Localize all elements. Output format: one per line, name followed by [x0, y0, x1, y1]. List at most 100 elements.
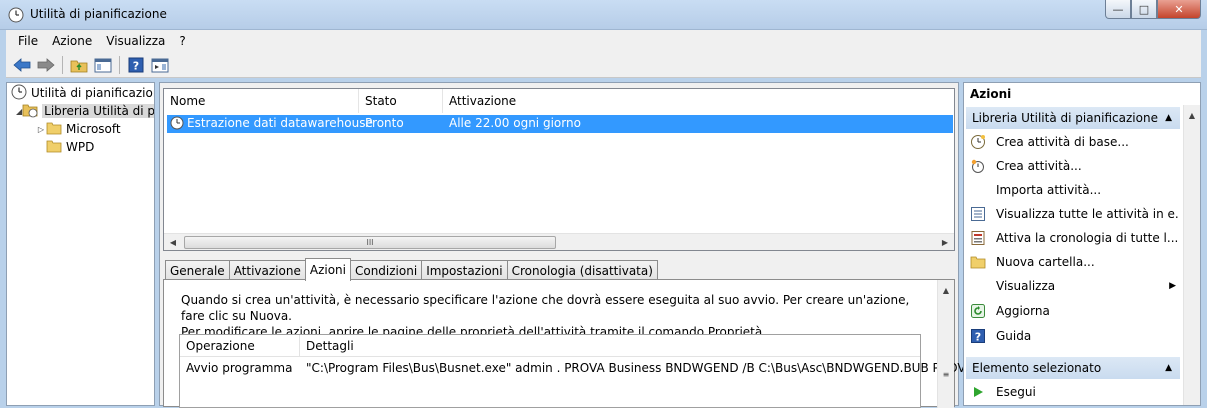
tree-item-wpd[interactable]: WPD — [46, 138, 154, 156]
action-label: Importa attività... — [996, 183, 1102, 197]
action-label: Nuova cartella... — [996, 255, 1095, 269]
scroll-right-icon[interactable]: ▶ — [938, 236, 952, 249]
help-icon: ? — [970, 328, 986, 344]
tree-item-microsoft[interactable]: ▷ Microsoft — [36, 120, 154, 138]
actions-pane-title: Azioni — [970, 87, 1012, 101]
tab-generale[interactable]: Generale — [165, 260, 230, 280]
section-label: Libreria Utilità di pianificazione — [972, 111, 1158, 125]
action-operation[interactable]: Avvio programma — [186, 361, 292, 375]
scroll-thumb[interactable]: III — [184, 236, 556, 249]
detail-tabs: Generale Attivazione Azioni Condizioni I… — [165, 258, 658, 281]
svg-text:?: ? — [975, 331, 981, 344]
section-header-library[interactable]: Libreria Utilità di pianificazione ▲ — [966, 107, 1180, 129]
column-header-operation[interactable]: Operazione — [180, 335, 300, 357]
tree-item-library[interactable]: ◢ Libreria Utilità di pi — [16, 102, 154, 120]
tree-item-root[interactable]: Utilità di pianificazione — [11, 84, 154, 102]
collapse-up-icon[interactable]: ▲ — [1165, 113, 1172, 123]
section-header-selected-item[interactable]: Elemento selezionato ▲ — [966, 357, 1180, 379]
menu-bar: File Azione Visualizza ? — [6, 30, 1201, 52]
toolbar: ? — [6, 52, 1201, 78]
tree-item-label: Utilità di pianificazione — [31, 86, 154, 100]
action-label: Visualizza tutte le attività in e... — [996, 207, 1180, 221]
menu-visualizza[interactable]: Visualizza — [106, 34, 165, 48]
column-header-status[interactable]: Stato — [359, 89, 443, 113]
clock-wand-icon — [970, 134, 986, 150]
column-header-trigger[interactable]: Attivazione — [443, 89, 954, 113]
action-label: Guida — [996, 329, 1032, 343]
action-label: Aggiorna — [996, 304, 1050, 318]
menu-file[interactable]: File — [18, 34, 38, 48]
library-folder-clock-icon — [22, 102, 38, 120]
scroll-up-icon[interactable]: ▲ — [939, 284, 953, 297]
history-icon — [970, 230, 986, 246]
help-icon[interactable]: ? — [126, 55, 146, 75]
action-run[interactable]: Esegui — [970, 381, 1180, 403]
show-hide-console-tree-icon[interactable] — [93, 55, 113, 75]
action-label: Visualizza — [996, 279, 1056, 293]
folder-icon — [970, 254, 986, 270]
tab-condizioni[interactable]: Condizioni — [349, 260, 423, 280]
folder-icon — [46, 139, 62, 156]
close-button[interactable]: ✕ — [1157, 0, 1201, 19]
action-details[interactable]: "C:\Program Files\Bus\Busnet.exe" admin … — [306, 361, 973, 375]
action-label: Crea attività di base... — [996, 135, 1129, 149]
tab-cronologia[interactable]: Cronologia (disattivata) — [506, 260, 658, 280]
task-scheduler-clock-icon — [8, 7, 24, 23]
tree-item-label: Microsoft — [66, 122, 121, 136]
tab-azioni[interactable]: Azioni — [304, 258, 351, 281]
console-tree: Utilità di pianificazione ◢ Libreria Uti… — [6, 82, 155, 406]
up-folder-icon[interactable] — [69, 55, 89, 75]
task-clock-icon — [170, 116, 184, 133]
task-row[interactable]: Estrazione dati datawarehouse Pronto All… — [167, 115, 953, 133]
refresh-icon — [970, 303, 986, 319]
collapse-up-icon[interactable]: ▲ — [1165, 363, 1172, 373]
folder-icon — [46, 121, 62, 138]
action-refresh[interactable]: Aggiorna — [970, 300, 1180, 322]
menu-azione[interactable]: Azione — [52, 34, 92, 48]
action-label: Crea attività... — [996, 159, 1082, 173]
vertical-scrollbar[interactable]: ▲ ≡ — [937, 280, 954, 408]
action-view-running-tasks[interactable]: Visualizza tutte le attività in e... — [970, 203, 1180, 225]
action-create-basic-task[interactable]: Crea attività di base... — [970, 131, 1180, 153]
action-help[interactable]: ? Guida — [970, 325, 1180, 347]
column-header-name[interactable]: Nome — [164, 89, 359, 113]
minimize-button[interactable]: — — [1105, 0, 1131, 19]
show-hide-action-pane-icon[interactable] — [150, 55, 170, 75]
submenu-arrow-icon: ▶ — [1169, 281, 1176, 291]
clock-icon — [11, 84, 27, 102]
blank-icon — [970, 182, 986, 198]
actions-description: Quando si crea un'attività, è necessario… — [181, 292, 921, 340]
task-name: Estrazione dati datawarehouse — [187, 116, 373, 130]
action-view-submenu[interactable]: Visualizza ▶ — [970, 275, 1180, 297]
tab-impostazioni[interactable]: Impostazioni — [421, 260, 508, 280]
column-header-details[interactable]: Dettagli — [300, 335, 920, 357]
expand-triangle-icon[interactable]: ▷ — [36, 125, 46, 134]
scroll-grip-icon[interactable]: ≡ — [939, 368, 953, 381]
back-arrow-icon[interactable] — [12, 55, 32, 75]
actions-tab-panel: Quando si crea un'attività, è necessario… — [163, 279, 973, 408]
scroll-up-icon[interactable]: ▲ — [1185, 109, 1199, 122]
title-bar: Utilità di pianificazione — □ ✕ — [0, 0, 1207, 30]
list-icon — [970, 206, 986, 222]
tab-attivazione[interactable]: Attivazione — [228, 260, 306, 280]
maximize-button[interactable]: □ — [1131, 0, 1157, 19]
task-icon — [970, 158, 986, 174]
action-new-folder[interactable]: Nuova cartella... — [970, 251, 1180, 273]
scroll-left-icon[interactable]: ◀ — [166, 236, 180, 249]
action-label: Attiva la cronologia di tutte l... — [996, 231, 1179, 245]
forward-arrow-icon[interactable] — [36, 55, 56, 75]
action-create-task[interactable]: Crea attività... — [970, 155, 1180, 177]
action-enable-history[interactable]: Attiva la cronologia di tutte l... — [970, 227, 1180, 249]
tree-item-label: WPD — [66, 140, 95, 154]
action-label: Esegui — [996, 385, 1036, 399]
actions-vertical-scrollbar[interactable]: ▲ — [1183, 105, 1200, 405]
actions-pane: Azioni Libreria Utilità di pianificazion… — [963, 82, 1201, 406]
blank-icon — [970, 278, 986, 294]
task-status: Pronto — [365, 116, 404, 130]
description-line: Quando si crea un'attività, è necessario… — [181, 293, 910, 323]
horizontal-scrollbar[interactable]: ◀ III ▶ — [164, 233, 954, 250]
menu-help[interactable]: ? — [179, 34, 185, 48]
window-title: Utilità di pianificazione — [30, 7, 167, 21]
section-label: Elemento selezionato — [972, 361, 1102, 375]
action-import-task[interactable]: Importa attività... — [970, 179, 1180, 201]
